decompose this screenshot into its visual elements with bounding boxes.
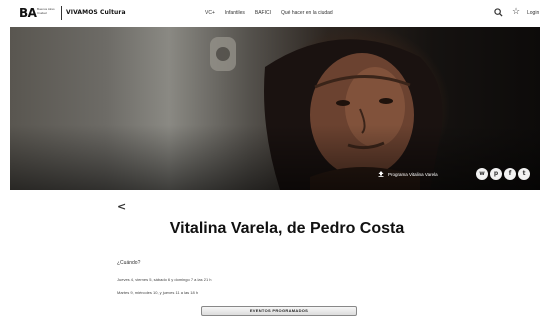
search-icon[interactable] — [494, 8, 503, 17]
ba-logo[interactable]: BA — [19, 6, 37, 20]
logo-divider — [61, 6, 62, 20]
nav-item-infantiles[interactable]: Infantiles — [225, 10, 245, 16]
star-icon[interactable]: ☆ — [512, 7, 520, 16]
main-nav: VC+ Infantiles BAFICI Qué hacer en la ci… — [205, 10, 333, 16]
hero-shade — [10, 27, 540, 190]
twitter-icon[interactable]: t — [518, 168, 530, 180]
nav-item-bafici[interactable]: BAFICI — [255, 10, 271, 16]
eventos-programados-button[interactable]: EVENTOS PROGRAMADOS — [201, 306, 357, 316]
login-link[interactable]: Login — [527, 10, 539, 16]
ba-logo-subtitle: Buenos Aires Ciudad — [37, 7, 55, 15]
whatsapp-icon[interactable]: w — [476, 168, 488, 180]
hero-image — [10, 27, 540, 190]
nav-item-que-hacer[interactable]: Qué hacer en la ciudad — [281, 10, 333, 16]
upload-icon — [378, 171, 384, 177]
back-button[interactable]: < — [117, 201, 126, 212]
share-buttons: w p f t — [476, 168, 530, 180]
facebook-icon[interactable]: f — [504, 168, 516, 180]
pinterest-icon[interactable]: p — [490, 168, 502, 180]
page-title: Vitalina Varela, de Pedro Costa — [169, 220, 405, 237]
vivamos-cultura-logo[interactable]: VIVAMOS Cultura — [66, 9, 126, 16]
hero-caption[interactable]: Programa Vitalina Varela — [378, 171, 438, 177]
nav-item-vc-plus[interactable]: VC+ — [205, 10, 215, 16]
top-navigation-bar: BA Buenos Aires Ciudad VIVAMOS Cultura V… — [0, 0, 550, 27]
hero-caption-text: Programa Vitalina Varela — [388, 171, 438, 177]
when-label: ¿Cuándo? — [117, 260, 141, 266]
schedule-line-1: Jueves 4, viernes 5, sábado 6 y domingo … — [117, 277, 212, 282]
schedule-line-2: Martes 9, miércoles 10, y jueves 11 a la… — [117, 290, 199, 295]
